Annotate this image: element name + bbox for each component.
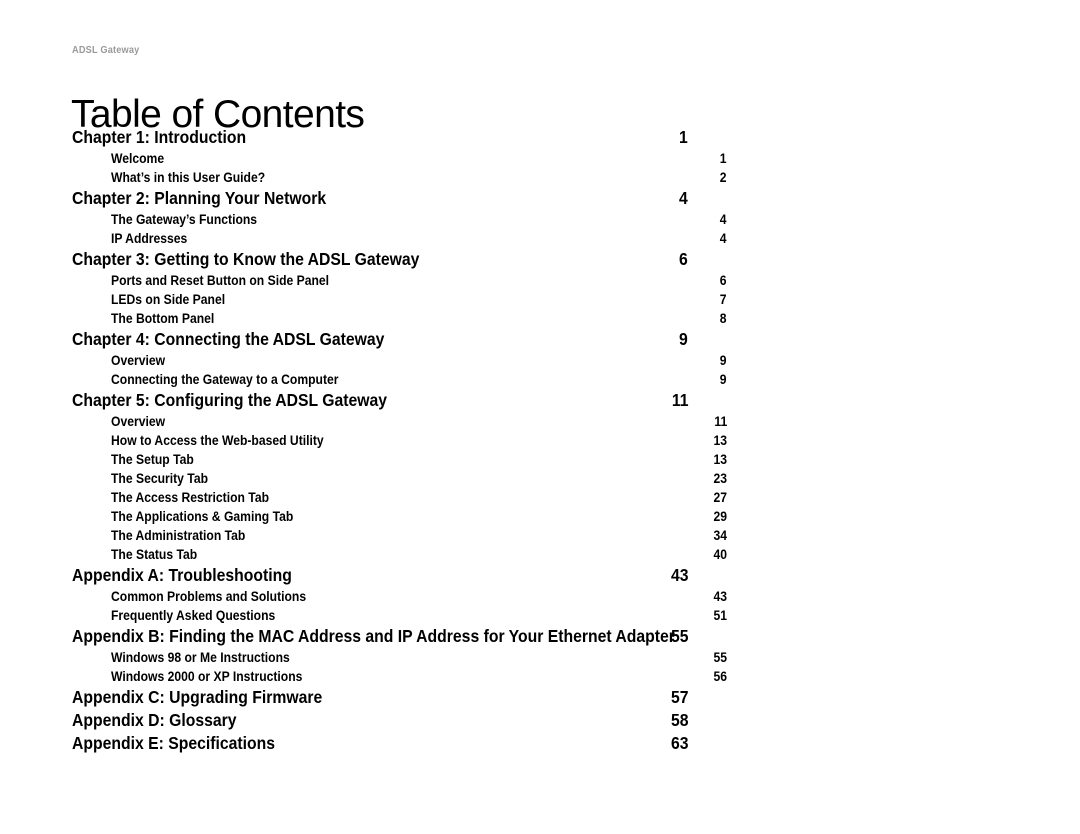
toc-entry-label: Chapter 4: Connecting the ADSL Gateway	[72, 329, 385, 349]
toc-section-row[interactable]: The Bottom Panel 8	[72, 309, 727, 328]
toc-entry-label: Welcome	[111, 151, 165, 166]
toc-entry-page-number: 6	[679, 249, 688, 269]
toc-entry-page-number: 56	[713, 669, 727, 684]
toc-section-row[interactable]: IP Addresses 4	[72, 229, 727, 248]
toc-entry-label: Appendix E: Specifications	[72, 733, 276, 753]
toc-entry-label: IP Addresses	[111, 231, 188, 246]
toc-entry-label: The Security Tab	[111, 471, 209, 486]
toc-entry-page-number: 57	[670, 687, 688, 707]
toc-entry-page-number: 6	[720, 273, 727, 288]
toc-entry-label: The Access Restriction Tab	[111, 490, 270, 505]
toc-entry-page-number: 34	[713, 528, 727, 543]
toc-section-row[interactable]: Windows 2000 or XP Instructions 56	[72, 667, 727, 686]
toc-entry-label: Chapter 3: Getting to Know the ADSL Gate…	[72, 249, 420, 269]
toc-entry-page-number: 29	[713, 509, 727, 524]
toc-chapter-row[interactable]: Appendix D: Glossary 58	[72, 709, 688, 732]
toc-entry-page-number: 7	[720, 292, 727, 307]
toc-entry-label: How to Access the Web-based Utility	[111, 433, 324, 448]
toc-entry-page-number: 2	[720, 170, 727, 185]
toc-entry-page-number: 4	[720, 231, 727, 246]
toc-entry-label: Ports and Reset Button on Side Panel	[111, 273, 330, 288]
toc-entry-page-number: 9	[679, 329, 688, 349]
toc-entry-page-number: 9	[720, 372, 727, 387]
toc-entry-page-number: 4	[679, 188, 688, 208]
toc-entry-page-number: 55	[670, 626, 688, 646]
toc-entry-page-number: 11	[714, 414, 727, 429]
toc-chapter-row[interactable]: Appendix E: Specifications 63	[72, 732, 688, 755]
table-of-contents: Chapter 1: Introduction 1 Welcome 1 What’s i…	[72, 126, 727, 755]
toc-section-row[interactable]: The Gateway’s Functions 4	[72, 210, 727, 229]
toc-entry-label: Appendix D: Glossary	[72, 710, 237, 730]
toc-chapter-row[interactable]: Chapter 4: Connecting the ADSL Gateway 9	[72, 328, 688, 351]
toc-entry-label: What’s in this User Guide?	[111, 170, 266, 185]
toc-entry-label: The Setup Tab	[111, 452, 194, 467]
toc-section-row[interactable]: Welcome 1	[72, 149, 727, 168]
toc-chapter-row[interactable]: Chapter 1: Introduction 1	[72, 126, 688, 149]
toc-entry-page-number: 13	[713, 452, 727, 467]
toc-entry-page-number: 63	[670, 733, 688, 753]
toc-entry-page-number: 27	[713, 490, 727, 505]
toc-section-row[interactable]: How to Access the Web-based Utility 13	[72, 431, 727, 450]
toc-entry-label: Overview	[111, 414, 166, 429]
toc-section-row[interactable]: LEDs on Side Panel 7	[72, 290, 727, 309]
toc-entry-label: Overview	[111, 353, 166, 368]
toc-entry-label: Chapter 2: Planning Your Network	[72, 188, 327, 208]
toc-section-row[interactable]: Overview 9	[72, 351, 727, 370]
toc-entry-page-number: 40	[713, 547, 727, 562]
toc-chapter-row[interactable]: Chapter 2: Planning Your Network 4	[72, 187, 688, 210]
toc-section-row[interactable]: Windows 98 or Me Instructions 55	[72, 648, 727, 667]
toc-entry-label: Connecting the Gateway to a Computer	[111, 372, 339, 387]
document-page: ADSL Gateway Table of Contents Chapter 1…	[0, 0, 1080, 834]
toc-entry-label: The Applications & Gaming Tab	[111, 509, 294, 524]
toc-entry-page-number: 1	[679, 127, 688, 147]
toc-entry-page-number: 51	[713, 608, 727, 623]
toc-section-row[interactable]: Overview 11	[72, 412, 727, 431]
running-head: ADSL Gateway	[72, 45, 140, 56]
toc-section-row[interactable]: Connecting the Gateway to a Computer 9	[72, 370, 727, 389]
toc-section-row[interactable]: Ports and Reset Button on Side Panel 6	[72, 271, 727, 290]
toc-entry-label: Windows 2000 or XP Instructions	[111, 669, 303, 684]
toc-chapter-row[interactable]: Appendix A: Troubleshooting 43	[72, 564, 688, 587]
toc-entry-page-number: 55	[713, 650, 727, 665]
toc-entry-label: The Gateway’s Functions	[111, 212, 258, 227]
toc-entry-page-number: 43	[713, 589, 727, 604]
toc-entry-label: Common Problems and Solutions	[111, 589, 307, 604]
toc-entry-label: Windows 98 or Me Instructions	[111, 650, 290, 665]
toc-section-row[interactable]: The Administration Tab 34	[72, 526, 727, 545]
toc-entry-label: LEDs on Side Panel	[111, 292, 226, 307]
toc-entry-label: Chapter 1: Introduction	[72, 127, 247, 147]
toc-section-row[interactable]: The Security Tab 23	[72, 469, 727, 488]
toc-chapter-row[interactable]: Appendix B: Finding the MAC Address and …	[72, 625, 688, 648]
toc-entry-label: The Bottom Panel	[111, 311, 215, 326]
toc-entry-label: Appendix B: Finding the MAC Address and …	[72, 626, 675, 646]
toc-entry-label: Chapter 5: Configuring the ADSL Gateway	[72, 390, 388, 410]
toc-section-row[interactable]: The Access Restriction Tab 27	[72, 488, 727, 507]
toc-entry-page-number: 58	[670, 710, 688, 730]
toc-entry-label: Appendix A: Troubleshooting	[72, 565, 292, 585]
toc-section-row[interactable]: The Setup Tab 13	[72, 450, 727, 469]
toc-entry-page-number: 4	[720, 212, 727, 227]
toc-section-row[interactable]: Frequently Asked Questions 51	[72, 606, 727, 625]
toc-section-row[interactable]: The Applications & Gaming Tab 29	[72, 507, 727, 526]
toc-entry-page-number: 1	[720, 151, 727, 166]
toc-entry-page-number: 23	[713, 471, 727, 486]
toc-entry-label: The Administration Tab	[111, 528, 246, 543]
toc-chapter-row[interactable]: Chapter 3: Getting to Know the ADSL Gate…	[72, 248, 688, 271]
toc-section-row[interactable]: Common Problems and Solutions 43	[72, 587, 727, 606]
toc-chapter-row[interactable]: Appendix C: Upgrading Firmware 57	[72, 686, 688, 709]
toc-section-row[interactable]: What’s in this User Guide? 2	[72, 168, 727, 187]
toc-section-row[interactable]: The Status Tab 40	[72, 545, 727, 564]
toc-entry-page-number: 13	[713, 433, 727, 448]
toc-entry-page-number: 9	[720, 353, 727, 368]
toc-entry-label: The Status Tab	[111, 547, 198, 562]
toc-entry-label: Appendix C: Upgrading Firmware	[72, 687, 323, 707]
toc-entry-page-number: 8	[720, 311, 727, 326]
toc-entry-page-number: 43	[670, 565, 688, 585]
toc-entry-label: Frequently Asked Questions	[111, 608, 276, 623]
toc-chapter-row[interactable]: Chapter 5: Configuring the ADSL Gateway 1…	[72, 389, 688, 412]
toc-entry-page-number: 11	[671, 390, 688, 410]
